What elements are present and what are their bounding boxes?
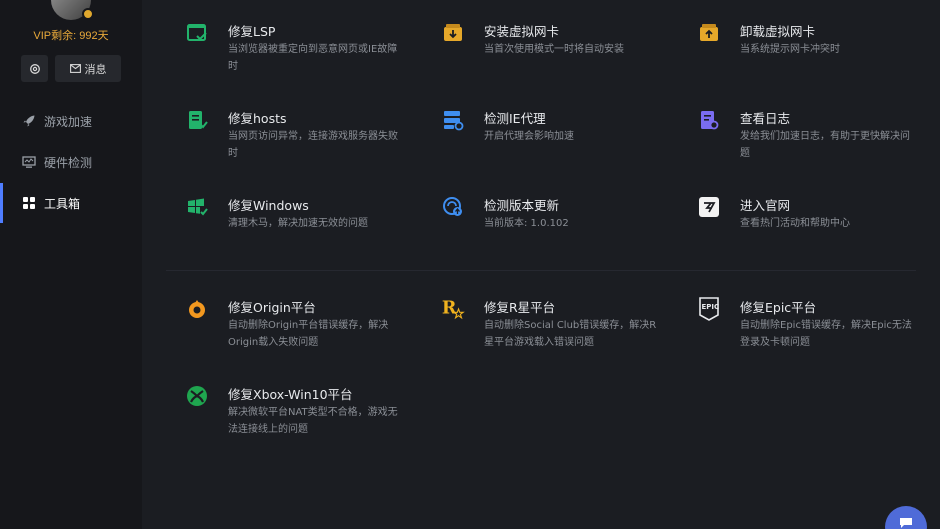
chat-bubble-icon — [900, 518, 912, 528]
tool-view-log[interactable]: 查看日志 发给我们加速日志，有助于更快解决问题 — [697, 108, 917, 178]
gear-icon — [29, 63, 40, 74]
tool-description: 当系统提示网卡冲突时 — [740, 44, 840, 55]
message-button[interactable]: 消息 — [55, 55, 121, 82]
message-label: 消息 — [84, 62, 107, 76]
tool-title: 查看日志 — [740, 111, 791, 126]
install-box-icon — [441, 21, 465, 45]
tool-fix-windows[interactable]: 修复Windows 清理木马，解决加速无效的问题 — [185, 195, 405, 265]
tool-title: 修复Xbox-Win10平台 — [228, 387, 353, 402]
uninstall-box-icon — [697, 21, 721, 45]
svg-text:R: R — [442, 299, 457, 319]
proxy-server-icon — [441, 108, 465, 132]
tool-description: 当首次使用模式一时将自动安装 — [484, 44, 624, 55]
tool-description: 当浏览器被重定向到恶意网页或IE故障时 — [228, 44, 398, 72]
nav-game-boost[interactable]: 游戏加速 — [0, 101, 142, 141]
xbox-icon — [185, 384, 209, 408]
tool-fix-epic[interactable]: EPIC 修复Epic平台 自动删除Epic错误缓存，解决Epic无法登录及卡顿… — [697, 297, 917, 367]
avatar[interactable] — [51, 0, 94, 20]
tool-check-update[interactable]: 检测版本更新 当前版本: 1.0.102 — [441, 195, 661, 265]
tool-uninstall-vnic[interactable]: 卸载虚拟网卡 当系统提示网卡冲突时 — [697, 21, 917, 91]
tool-install-vnic[interactable]: 安装虚拟网卡 当首次使用模式一时将自动安装 — [441, 21, 661, 91]
tool-description: 解决微软平台NAT类型不合格，游戏无法连接线上的问题 — [228, 407, 398, 435]
origin-icon — [185, 297, 209, 321]
tool-title: 检测版本更新 — [484, 198, 560, 213]
rockstar-icon: R — [441, 297, 465, 321]
update-globe-icon — [441, 195, 465, 219]
settings-button[interactable] — [21, 55, 48, 82]
tool-description: 自动删除Social Club错误缓存，解决R星平台游戏载入错误问题 — [484, 320, 657, 348]
tool-description: 当网页访问异常，连接游戏服务器失败时 — [228, 131, 398, 159]
toolbox-panel: 修复LSP 当浏览器被重定向到恶意网页或IE故障时 安装虚拟网卡 当首次使用模式… — [142, 0, 940, 529]
sidebar: VIP剩余: 992天 消息 游戏加速 硬件检测 工具箱 — [0, 0, 142, 529]
browser-fix-icon — [185, 21, 209, 45]
tool-description: 清理木马，解决加速无效的问题 — [228, 218, 368, 229]
tool-description: 发给我们加速日志，有助于更快解决问题 — [740, 131, 910, 159]
nav-label: 游戏加速 — [44, 114, 93, 129]
tool-fix-lsp[interactable]: 修复LSP 当浏览器被重定向到恶意网页或IE故障时 — [185, 21, 405, 91]
log-file-icon — [697, 108, 721, 132]
tool-title: 卸载虚拟网卡 — [740, 24, 816, 39]
vip-remaining: VIP剩余: 992天 — [33, 30, 109, 42]
vip-badge-icon — [82, 8, 94, 20]
tool-official-site[interactable]: 进入官网 查看热门活动和帮助中心 — [697, 195, 917, 265]
tool-title: 进入官网 — [740, 198, 791, 213]
section-divider — [166, 270, 916, 271]
epic-icon: EPIC — [697, 297, 721, 321]
monitor-icon — [22, 155, 36, 169]
grid-icon — [22, 196, 36, 210]
tool-check-ie-proxy[interactable]: 检测IE代理 开启代理会影响加速 — [441, 108, 661, 178]
tool-description: 自动删除Epic错误缓存，解决Epic无法登录及卡顿问题 — [740, 320, 912, 348]
tool-title: 修复R星平台 — [484, 300, 556, 315]
tool-description: 查看热门活动和帮助中心 — [740, 218, 850, 229]
tool-title: 检测IE代理 — [484, 111, 546, 126]
tool-title: 修复Epic平台 — [740, 300, 817, 315]
tool-description: 自动删除Origin平台错误缓存，解决Origin载入失败问题 — [228, 320, 389, 348]
tool-fix-xbox[interactable]: 修复Xbox-Win10平台 解决微软平台NAT类型不合格，游戏无法连接线上的问… — [185, 384, 405, 454]
tool-fix-rockstar[interactable]: R 修复R星平台 自动删除Social Club错误缓存，解决R星平台游戏载入错… — [441, 297, 661, 367]
tool-title: 修复LSP — [228, 24, 276, 39]
tool-fix-hosts[interactable]: 修复hosts 当网页访问异常，连接游戏服务器失败时 — [185, 108, 405, 178]
nav-hardware-check[interactable]: 硬件检测 — [0, 142, 142, 182]
tool-title: 修复Windows — [228, 198, 309, 213]
tool-title: 修复Origin平台 — [228, 300, 316, 315]
nav-label: 硬件检测 — [44, 155, 93, 170]
mail-icon — [69, 64, 81, 73]
rocket-icon — [22, 114, 36, 128]
nav-toolbox[interactable]: 工具箱 — [0, 183, 142, 223]
tool-description: 开启代理会影响加速 — [484, 131, 574, 142]
tool-description: 当前版本: 1.0.102 — [484, 218, 569, 229]
hosts-file-icon — [185, 108, 209, 132]
windows-fix-icon — [185, 195, 209, 219]
tool-fix-origin[interactable]: 修复Origin平台 自动删除Origin平台错误缓存，解决Origin载入失败… — [185, 297, 405, 367]
tool-title: 修复hosts — [228, 111, 287, 126]
tool-title: 安装虚拟网卡 — [484, 24, 560, 39]
website-logo-icon — [697, 195, 721, 219]
nav-label: 工具箱 — [44, 196, 81, 211]
svg-text:EPIC: EPIC — [702, 303, 720, 311]
